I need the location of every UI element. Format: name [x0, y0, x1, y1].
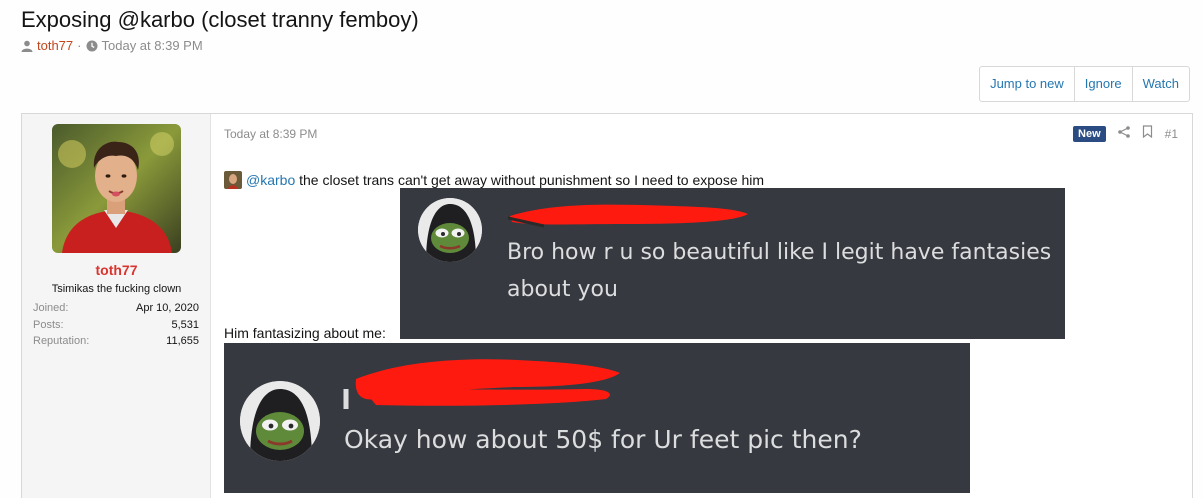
screenshot-image-1[interactable]: Bro how r u so beautiful like I legit ha…: [400, 188, 1065, 339]
username-link[interactable]: toth77: [22, 262, 211, 278]
clock-icon: [86, 40, 98, 52]
pepe-avatar: [418, 198, 482, 262]
new-badge: New: [1073, 126, 1106, 142]
user-icon: [21, 40, 33, 52]
post-text: the closet trans can't get away without …: [295, 172, 765, 188]
stat-value: 5,531: [171, 318, 199, 331]
mention-avatar: [224, 171, 242, 189]
discord-message-1a: Bro how r u so beautiful like I legit ha…: [507, 240, 1052, 265]
thread-author-link[interactable]: toth77: [37, 38, 73, 53]
pepe-avatar: [240, 381, 320, 461]
post-user-cell: toth77 Tsimikas the fucking clown Joined…: [22, 114, 211, 498]
post-actions: New #1: [1073, 125, 1178, 143]
watch-button[interactable]: Watch: [1133, 67, 1189, 101]
stat-label: Posts:: [33, 318, 64, 331]
ignore-button[interactable]: Ignore: [1075, 67, 1133, 101]
thread-button-group: Jump to new Ignore Watch: [979, 66, 1190, 102]
mention-link[interactable]: @karbo: [246, 172, 295, 188]
meta-separator: ·: [77, 38, 82, 53]
red-scribble-redaction: [343, 359, 620, 409]
jump-to-new-button[interactable]: Jump to new: [980, 67, 1075, 101]
stat-value: 11,655: [166, 335, 199, 347]
stat-label: Joined:: [33, 302, 69, 314]
discord-message-1b: about you: [507, 277, 618, 302]
thread-title: Exposing @karbo (closet tranny femboy): [21, 7, 419, 32]
post: toth77 Tsimikas the fucking clown Joined…: [21, 113, 1193, 498]
user-title: Tsimikas the fucking clown: [51, 283, 182, 295]
post-number-link[interactable]: #1: [1165, 127, 1178, 141]
post-date[interactable]: Today at 8:39 PM: [224, 127, 317, 141]
stat-value: Apr 10, 2020: [136, 302, 199, 314]
stat-reputation: Reputation: 11,655: [33, 335, 199, 352]
thread-date[interactable]: Today at 8:39 PM: [102, 38, 203, 53]
stat-label: Reputation:: [33, 335, 90, 347]
red-scribble-redaction: [507, 204, 748, 228]
post-body-line-2: Him fantasizing about me:: [224, 325, 386, 341]
stat-joined: Joined: Apr 10, 2020: [33, 302, 199, 319]
post-body-line-1: @karbo the closet trans can't get away w…: [224, 171, 764, 189]
user-stats: Joined: Apr 10, 2020 Posts: 5,531 Reputa…: [33, 302, 199, 352]
bookmark-icon[interactable]: [1142, 125, 1153, 143]
share-icon[interactable]: [1117, 125, 1130, 143]
thread-meta: toth77 · Today at 8:39 PM: [21, 38, 203, 53]
screenshot-image-2[interactable]: Okay how about 50$ for Ur feet pic then?: [224, 343, 970, 493]
avatar[interactable]: [52, 124, 181, 253]
discord-message-2: Okay how about 50$ for Ur feet pic then?: [344, 425, 862, 454]
stat-posts: Posts: 5,531: [33, 319, 199, 336]
